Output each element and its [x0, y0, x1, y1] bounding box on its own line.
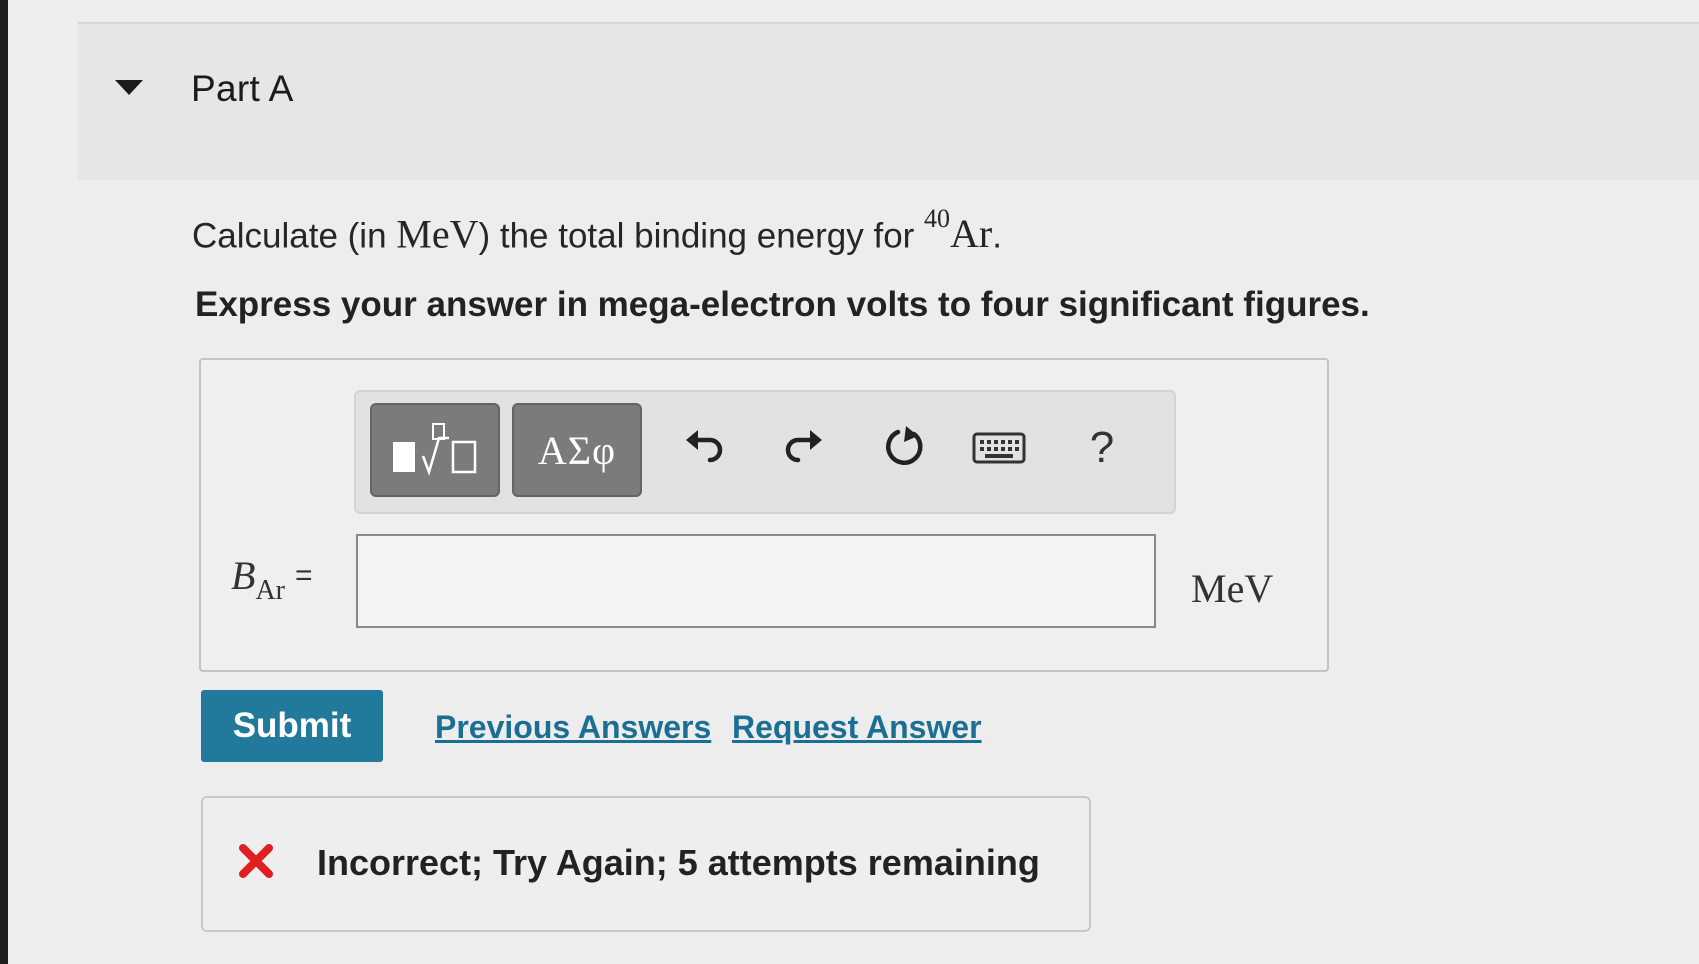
answer-instruction: Express your answer in mega-electron vol…	[195, 285, 1370, 324]
submit-button[interactable]: Submit	[201, 690, 383, 762]
screen: Part A Calculate (in MeV) the total bind…	[8, 0, 1699, 964]
answer-panel: ΑΣφ ? BAr = MeV	[199, 358, 1329, 672]
help-icon[interactable]: ?	[1069, 410, 1135, 486]
previous-answers-link[interactable]: Previous Answers	[435, 709, 711, 746]
feedback-message: Incorrect; Try Again; 5 attempts remaini…	[317, 842, 1040, 883]
feedback-box: Incorrect; Try Again; 5 attempts remaini…	[201, 796, 1091, 932]
keyboard-icon[interactable]	[966, 410, 1032, 486]
question-text: Calculate (in MeV) the total binding ene…	[192, 204, 1002, 257]
isotope: 40Ar	[924, 204, 993, 257]
question-suffix: .	[992, 216, 1002, 256]
isotope-mass-number: 40	[924, 204, 951, 233]
templates-button[interactable]	[370, 403, 500, 497]
greek-symbols-label: ΑΣφ	[537, 427, 617, 473]
answer-input[interactable]	[356, 534, 1156, 628]
greek-symbols-button[interactable]: ΑΣφ	[512, 403, 642, 497]
templates-icon	[393, 423, 477, 476]
undo-icon[interactable]	[671, 410, 737, 486]
math-toolbar: ΑΣφ ?	[354, 390, 1176, 514]
incorrect-x-icon	[239, 844, 273, 878]
equals-sign: =	[294, 559, 313, 592]
variable-subscript: Ar	[255, 575, 285, 606]
request-answer-link[interactable]: Request Answer	[732, 709, 982, 746]
variable-symbol: B	[231, 553, 256, 598]
part-title[interactable]: Part A	[191, 68, 294, 110]
question-prefix: Calculate (in	[192, 216, 397, 256]
part-header[interactable]	[78, 24, 1699, 180]
isotope-symbol: Ar	[950, 211, 993, 257]
question-middle: ) the total binding energy for	[478, 216, 925, 256]
reset-icon[interactable]	[871, 410, 937, 486]
collapse-caret-icon[interactable]	[115, 80, 143, 95]
question-unit: MeV	[396, 211, 479, 257]
answer-unit: MeV	[1191, 566, 1274, 611]
answer-variable-label: BAr =	[231, 552, 313, 606]
redo-icon[interactable]	[771, 410, 837, 486]
